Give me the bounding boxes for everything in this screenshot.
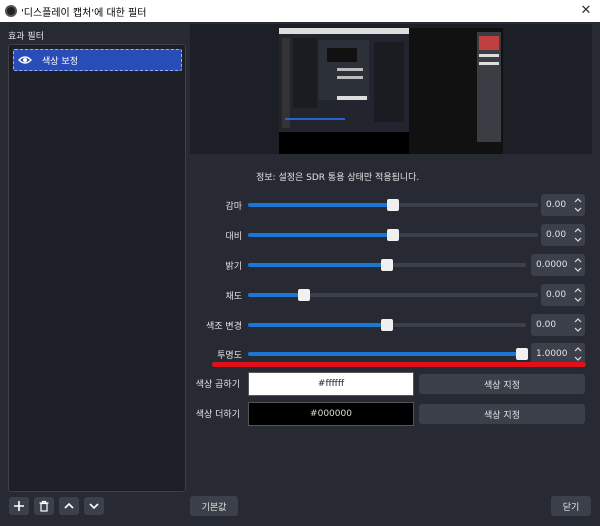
close-button[interactable]: 닫기 (551, 496, 591, 516)
color-add-value: #000000 (310, 409, 352, 419)
slider-track[interactable] (248, 348, 528, 360)
slider-value: 0.0000 (536, 260, 568, 270)
slider-value-spinbox[interactable]: 0.00 (541, 224, 585, 246)
slider-value-spinbox[interactable]: 0.00 (541, 194, 585, 216)
plus-icon (14, 501, 24, 511)
slider-value-spinbox[interactable]: 0.0000 (531, 254, 585, 276)
color-multiply-swatch[interactable]: #ffffff (248, 372, 414, 396)
slider-fill (248, 352, 522, 356)
filter-list[interactable]: 색상 보정 (8, 44, 186, 492)
slider-value: 0.00 (536, 320, 557, 330)
spin-arrows-icon[interactable] (574, 196, 582, 214)
chevron-down-icon (89, 503, 99, 510)
slider-handle[interactable] (381, 259, 393, 271)
slider-fill (248, 293, 304, 297)
slider-value: 1.0000 (536, 349, 568, 359)
slider-fill (248, 323, 387, 327)
chevron-up-icon (64, 502, 74, 509)
slider-track[interactable] (248, 289, 538, 301)
defaults-button[interactable]: 기본값 (190, 496, 238, 516)
color-add-label: 색상 더하기 (195, 410, 240, 420)
effect-filters-label: 효과 필터 (8, 32, 44, 42)
color-multiply-select-button[interactable]: 색상 지정 (419, 374, 585, 394)
color-add-swatch[interactable]: #000000 (248, 402, 414, 426)
slider-value-spinbox[interactable]: 0.00 (531, 314, 585, 336)
highlight-underline (212, 362, 586, 367)
source-preview (279, 28, 503, 154)
title-bar: '디스플레이 캡처'에 대한 필터 ✕ (0, 0, 600, 22)
filter-item-color-correction[interactable]: 색상 보정 (13, 49, 182, 71)
slider-value-spinbox[interactable]: 0.00 (541, 284, 585, 306)
color-add-select-button[interactable]: 색상 지정 (419, 404, 585, 424)
color-multiply-label: 색상 곱하기 (195, 380, 240, 390)
slider-handle[interactable] (387, 229, 399, 241)
slider-label: 채도 (225, 292, 242, 302)
window-title: '디스플레이 캡처'에 대한 필터 (21, 7, 147, 19)
color-multiply-value: #ffffff (317, 379, 345, 389)
slider-fill (248, 263, 387, 267)
eye-icon[interactable] (18, 55, 32, 65)
slider-track[interactable] (248, 199, 538, 211)
spin-arrows-icon[interactable] (574, 316, 582, 334)
trash-icon (39, 500, 49, 512)
spin-arrows-icon[interactable] (574, 345, 582, 363)
slider-value: 0.00 (546, 200, 567, 210)
slider-label: 색조 변경 (206, 322, 242, 332)
spin-arrows-icon[interactable] (574, 226, 582, 244)
spin-arrows-icon[interactable] (574, 286, 582, 304)
slider-label: 밝기 (225, 262, 242, 272)
slider-label: 대비 (225, 232, 242, 242)
slider-handle[interactable] (387, 199, 399, 211)
slider-track[interactable] (248, 229, 538, 241)
slider-fill (248, 203, 393, 207)
move-filter-down-button[interactable] (84, 497, 104, 515)
preview-image (279, 28, 503, 154)
remove-filter-button[interactable] (34, 497, 54, 515)
slider-handle[interactable] (516, 348, 528, 360)
slider-label: 투명도 (217, 351, 242, 361)
spin-arrows-icon[interactable] (574, 256, 582, 274)
obs-logo-icon (5, 5, 17, 17)
slider-fill (248, 233, 393, 237)
slider-handle[interactable] (298, 289, 310, 301)
slider-track[interactable] (248, 259, 526, 271)
slider-handle[interactable] (381, 319, 393, 331)
slider-label: 감마 (225, 202, 242, 212)
slider-value: 0.00 (546, 290, 567, 300)
slider-value: 0.00 (546, 230, 567, 240)
move-filter-up-button[interactable] (59, 497, 79, 515)
filter-item-label: 색상 보정 (42, 56, 78, 67)
close-window-button[interactable]: ✕ (578, 3, 594, 19)
sdr-info-text: 정보: 설정은 SDR 통용 상태만 적용됩니다. (256, 173, 420, 183)
add-filter-button[interactable] (9, 497, 29, 515)
slider-track[interactable] (248, 319, 526, 331)
